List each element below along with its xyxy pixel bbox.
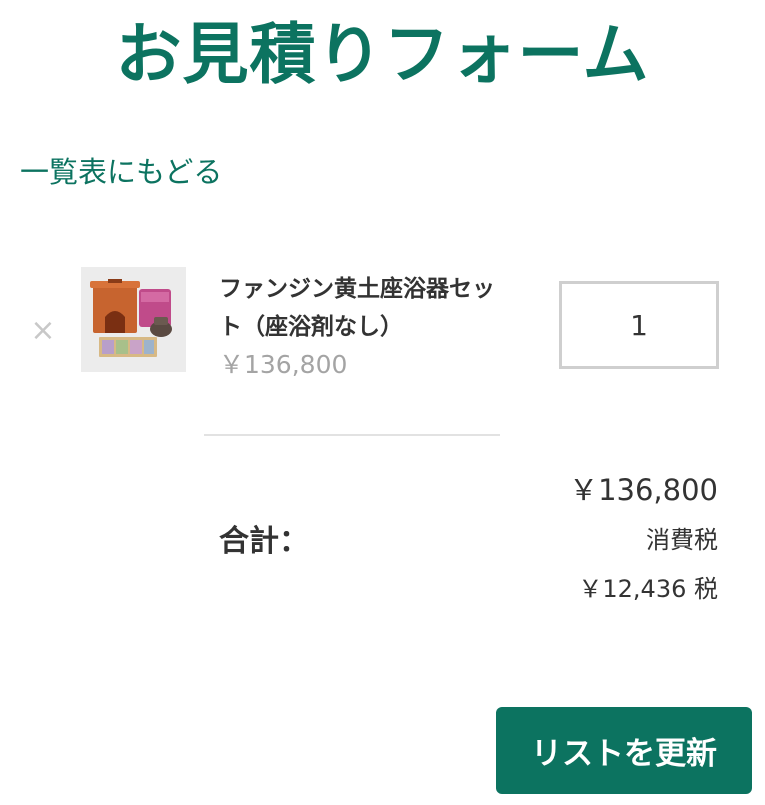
update-list-button[interactable]: リストを更新 xyxy=(496,707,752,794)
total-label: 合計： xyxy=(219,524,309,559)
divider xyxy=(204,434,500,436)
product-price: ￥136,800 xyxy=(219,350,348,379)
quantity-input[interactable] xyxy=(559,281,719,369)
tax-label: 消費税 xyxy=(646,526,718,554)
tax-amount: ￥12,436 税 xyxy=(578,575,718,603)
product-image xyxy=(81,267,186,372)
page-title: お見積りフォーム xyxy=(115,16,650,93)
total-amount: ￥136,800 xyxy=(569,473,718,507)
back-to-list-link[interactable]: 一覧表にもどる xyxy=(20,150,222,194)
product-thumbnail[interactable] xyxy=(81,267,186,372)
product-name[interactable]: ファンジン黄土座浴器セット（座浴剤なし） xyxy=(219,270,509,346)
remove-item-button[interactable]: × xyxy=(28,311,58,351)
